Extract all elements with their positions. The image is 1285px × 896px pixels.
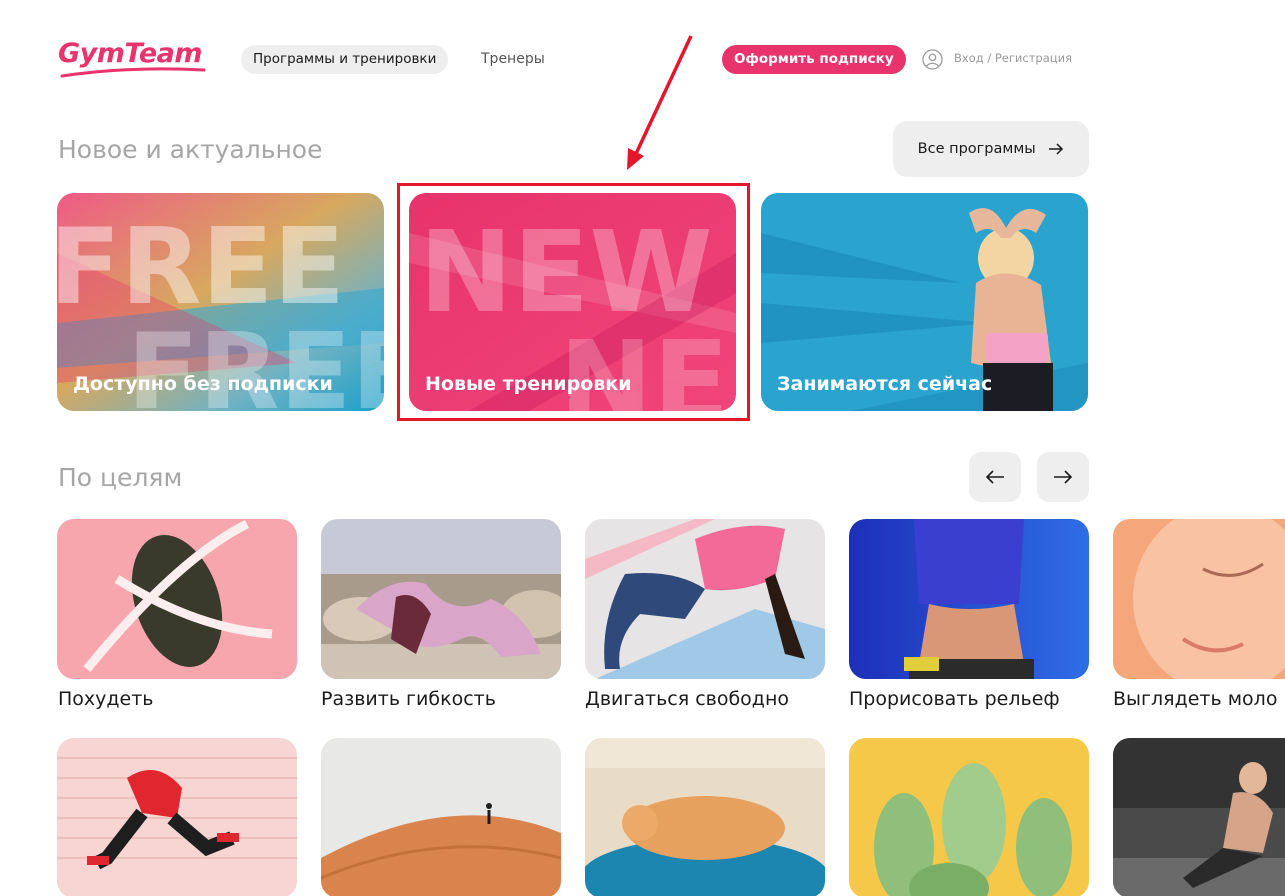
highlight-annotation [397, 183, 750, 421]
muscle-definition-image [849, 519, 1089, 679]
arrow-right-icon [1049, 143, 1064, 155]
card-free-label: Доступно без подписки [73, 373, 333, 395]
goal-label-lose-weight: Похудеть [58, 688, 154, 710]
arrow-right-icon [1054, 470, 1073, 484]
nav-programs-tab[interactable]: Программы и тренировки [241, 45, 449, 74]
goal-label-look-younger: Выглядеть моло [1113, 688, 1278, 710]
gymteam-logo[interactable]: GymTeam [58, 38, 208, 80]
user-circle-icon[interactable] [922, 49, 943, 70]
gym-workout-image [1113, 738, 1285, 896]
flexibility-image [321, 519, 561, 679]
goal-tile-row2-3[interactable] [585, 738, 825, 896]
logo-swoosh-icon [60, 67, 206, 78]
goals-section-title: По целям [58, 463, 183, 492]
new-section-title: Новое и актуальное [58, 135, 323, 164]
goal-tile-row2-4[interactable] [849, 738, 1089, 896]
svg-text:FREE: FREE [127, 311, 384, 411]
goals-prev-button[interactable] [969, 452, 1021, 502]
card-free-access[interactable]: FREE FREE Доступно без подписки [57, 193, 384, 411]
goal-tile-lose-weight[interactable] [57, 519, 297, 679]
goal-label-flexibility: Развить гибкость [321, 688, 496, 710]
login-register-link[interactable]: Вход / Регистрация [954, 51, 1072, 65]
cactus-image [849, 738, 1089, 896]
free-art-text: FREE [57, 206, 345, 328]
goal-tile-row2-5[interactable] [1113, 738, 1285, 896]
all-programs-button[interactable]: Все программы [893, 121, 1089, 177]
look-younger-image [1113, 519, 1285, 679]
goal-tile-row2-2[interactable] [321, 738, 561, 896]
goal-tile-look-younger[interactable] [1113, 519, 1285, 679]
goal-tile-row2-1[interactable] [57, 738, 297, 896]
subscribe-button[interactable]: Оформить подписку [722, 45, 906, 74]
all-programs-label: Все программы [917, 141, 1036, 157]
goal-tile-move-freely[interactable] [585, 519, 825, 679]
card-training-now-label: Занимаются сейчас [777, 373, 993, 395]
avocado-image [57, 519, 297, 679]
desert-dune-image [321, 738, 561, 896]
arrow-left-icon [985, 470, 1004, 484]
goal-label-move-freely: Двигаться свободно [585, 688, 789, 710]
goal-tile-muscle-definition[interactable] [849, 519, 1089, 679]
move-freely-image [585, 519, 825, 679]
card-training-now[interactable]: Занимаются сейчас [761, 193, 1088, 411]
nav-trainers-link[interactable]: Тренеры [481, 45, 545, 74]
jumping-man-image [57, 738, 297, 896]
goal-tile-flexibility[interactable] [321, 519, 561, 679]
goals-next-button[interactable] [1037, 452, 1089, 502]
annotation-arrow-icon [627, 35, 693, 170]
sleeping-cat-image [585, 738, 825, 896]
goal-label-muscle-definition: Прорисовать рельеф [849, 688, 1060, 710]
